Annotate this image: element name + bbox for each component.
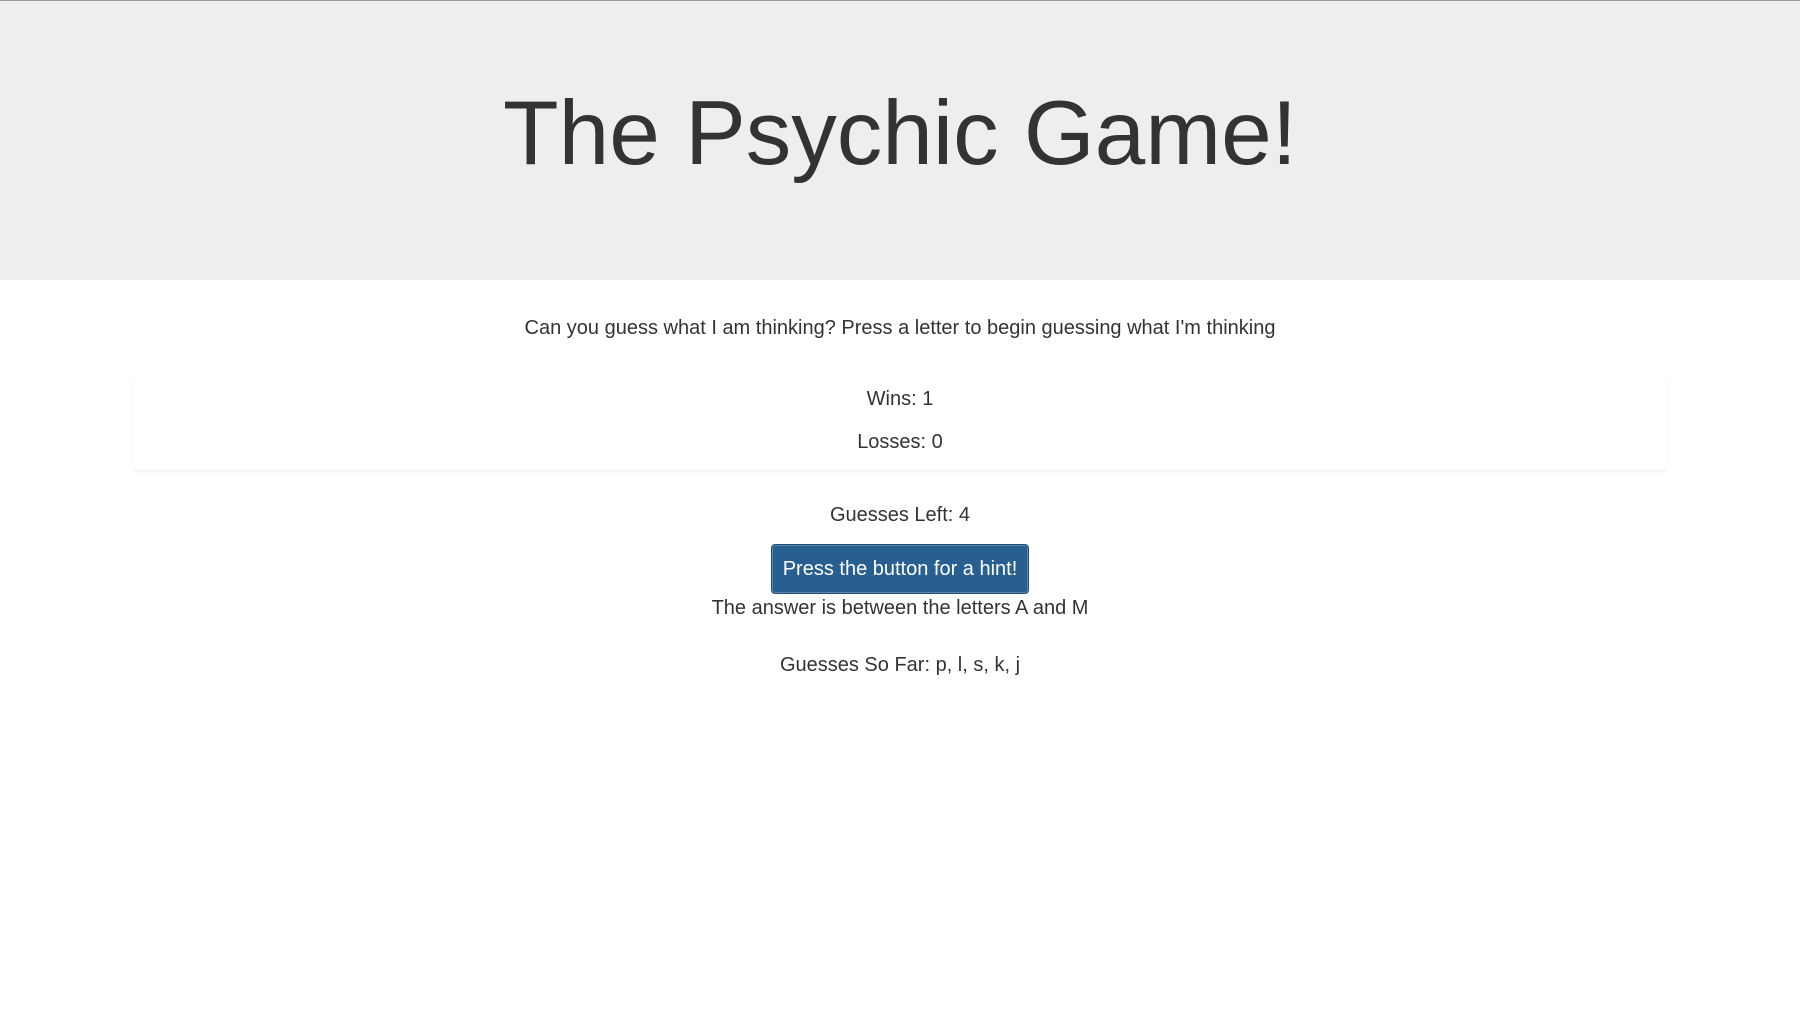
hint-text: The answer is between the letters A and … (711, 597, 1089, 619)
guesses-left-counter: Guesses Left: 4 (829, 504, 971, 526)
intro-text: Can you guess what I am thinking? Press … (524, 317, 1276, 339)
jumbotron-header: The Psychic Game! (0, 1, 1800, 280)
page-title: The Psychic Game! (503, 82, 1297, 184)
guesses-so-far: Guesses So Far: p, l, s, k, j (779, 654, 1021, 676)
main-content: Can you guess what I am thinking? Press … (0, 316, 1800, 677)
score-panel: Wins: 1 Losses: 0 (132, 376, 1668, 471)
losses-counter: Losses: 0 (857, 431, 943, 453)
hint-button[interactable]: Press the button for a hint! (771, 544, 1029, 594)
wins-counter: Wins: 1 (866, 388, 934, 410)
